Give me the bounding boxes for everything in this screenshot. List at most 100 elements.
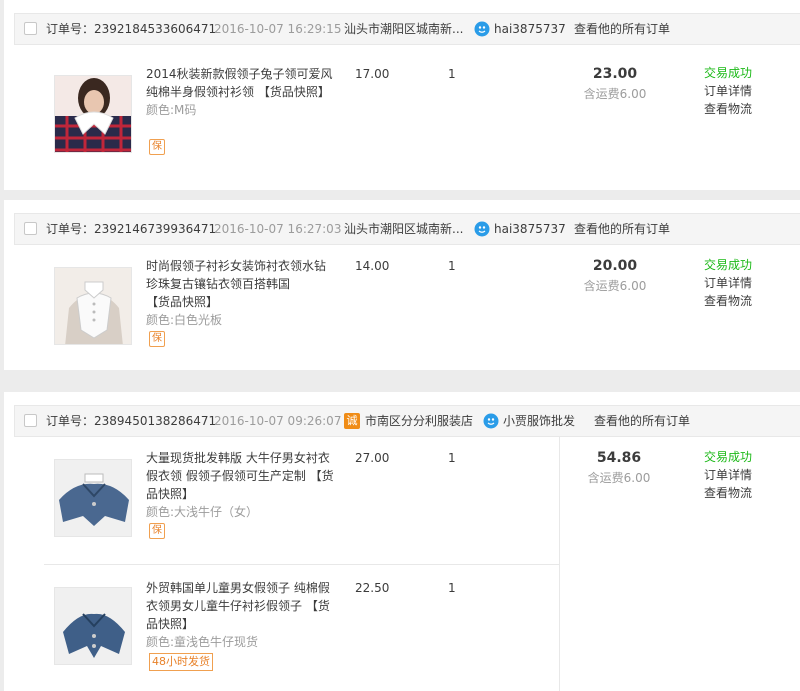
order-number-value: 2389450138286471	[94, 414, 217, 428]
order-number-label: 订单号：	[46, 22, 95, 36]
product-title-link[interactable]: 外贸韩国单儿童男女假领子 纯棉假衣领男女儿童牛仔衬衫假领子	[146, 581, 330, 613]
shop-credit-icon: 诚	[344, 413, 360, 429]
order-date: 2016-10-07 09:26:07	[214, 414, 342, 428]
quantity: 1	[448, 259, 456, 273]
quantity: 1	[448, 581, 456, 595]
order-date: 2016-10-07 16:29:15	[214, 22, 342, 36]
snapshot-link[interactable]: 【货品快照】	[258, 85, 330, 99]
order-total: 20.00 含运费6.00	[565, 258, 665, 294]
color-value: 白色光板	[174, 313, 223, 327]
order-detail-link[interactable]: 订单详情	[704, 82, 752, 100]
unit-price: 22.50	[355, 581, 390, 595]
shop-name-link[interactable]: 汕头市潮阳区城南新...	[344, 214, 463, 244]
order-header: 订单号：2389450138286471 2016-10-07 09:26:07…	[14, 405, 800, 437]
product-title-link[interactable]: 大量现货批发韩版 大牛仔男女衬衣假衣领 假领子假领可生产定制	[146, 451, 330, 483]
order-date: 2016-10-07 16:27:03	[214, 222, 342, 236]
view-logistics-link[interactable]: 查看物流	[704, 292, 752, 310]
shipping-value: 6.00	[619, 87, 647, 101]
order-total: 54.86 含运费6.00	[569, 450, 669, 486]
order-actions: 交易成功 订单详情 查看物流	[704, 448, 752, 502]
order-actions: 交易成功 订单详情 查看物流	[704, 256, 752, 310]
wangwang-chat-icon[interactable]	[483, 413, 499, 429]
order-card: 订单号：2389450138286471 2016-10-07 09:26:07…	[4, 392, 800, 691]
column-divider	[559, 436, 560, 691]
order-checkbox[interactable]	[24, 222, 37, 235]
product-title-block: 大量现货批发韩版 大牛仔男女衬衣假衣领 假领子假领可生产定制 【货品快照】 颜色…	[146, 449, 334, 521]
product-thumbnail[interactable]	[54, 587, 132, 665]
view-all-orders-link[interactable]: 查看他的所有订单	[594, 406, 690, 436]
order-detail-link[interactable]: 订单详情	[704, 466, 752, 484]
status-success: 交易成功	[704, 258, 753, 272]
status-success: 交易成功	[704, 450, 753, 464]
order-detail-link[interactable]: 订单详情	[704, 274, 752, 292]
view-all-orders-link[interactable]: 查看他的所有订单	[574, 214, 670, 244]
shipping-label: 含运费	[583, 279, 620, 293]
order-number: 订单号：2392146739936471	[46, 214, 216, 244]
color-label: 颜色:	[146, 635, 175, 649]
order-actions: 交易成功 订单详情 查看物流	[704, 64, 752, 118]
wangwang-chat-icon[interactable]	[474, 21, 490, 37]
ship-48h-badge: 48小时发货	[149, 653, 213, 671]
view-all-orders-link[interactable]: 查看他的所有订单	[574, 14, 670, 44]
snapshot-link[interactable]: 【货品快照】	[146, 295, 218, 309]
shipping-value: 6.00	[623, 471, 651, 485]
order-checkbox[interactable]	[24, 414, 37, 427]
shipping-value: 6.00	[619, 279, 647, 293]
guarantee-badge-icon: 保	[149, 331, 165, 347]
color-value: 童浅色牛仔现货	[174, 635, 259, 649]
order-number-label: 订单号：	[46, 222, 95, 236]
total-amount: 23.00	[592, 66, 638, 82]
unit-price: 27.00	[355, 451, 390, 465]
product-thumbnail[interactable]	[54, 267, 132, 345]
product-image	[55, 588, 131, 664]
order-number: 订单号：2392184533606471	[46, 14, 216, 44]
color-value: 大浅牛仔（女）	[174, 505, 259, 519]
seller-name-link[interactable]: hai3875737	[494, 14, 566, 44]
product-color: 颜色:大浅牛仔（女）	[146, 505, 258, 519]
order-card: 订单号：2392184533606471 2016-10-07 16:29:15…	[4, 0, 800, 190]
product-title-block: 2014秋装新款假领子兔子领可爱风纯棉半身假领衬衫领 【货品快照】 颜色:M码	[146, 65, 334, 119]
product-title-block: 时尚假领子衬衫女装饰衬衣领水钻珍珠复古镶钻衣领百搭韩国 【货品快照】 颜色:白色…	[146, 257, 334, 329]
unit-price: 14.00	[355, 259, 390, 273]
order-number-label: 订单号：	[46, 414, 95, 428]
product-title-link[interactable]: 时尚假领子衬衫女装饰衬衣领水钻珍珠复古镶钻衣领百搭韩国	[146, 259, 326, 291]
shipping-label: 含运费	[583, 87, 620, 101]
shop-name-link[interactable]: 市南区分分利服装店	[365, 406, 473, 436]
product-image	[55, 76, 131, 152]
shipping-fee: 含运费6.00	[569, 469, 669, 486]
order-number: 订单号：2389450138286471	[46, 406, 216, 436]
product-color: 颜色:M码	[146, 103, 196, 117]
wangwang-chat-icon[interactable]	[474, 221, 490, 237]
product-thumbnail[interactable]	[54, 459, 132, 537]
guarantee-badge-icon: 保	[149, 523, 165, 539]
product-color: 颜色:童浅色牛仔现货	[146, 635, 258, 649]
order-header: 订单号：2392184533606471 2016-10-07 16:29:15…	[14, 13, 800, 45]
shipping-fee: 含运费6.00	[565, 277, 665, 294]
product-image	[55, 460, 131, 536]
product-color: 颜色:白色光板	[146, 313, 222, 327]
unit-price: 17.00	[355, 67, 390, 81]
color-label: 颜色:	[146, 103, 175, 117]
shipping-label: 含运费	[587, 471, 624, 485]
color-label: 颜色:	[146, 505, 175, 519]
view-logistics-link[interactable]: 查看物流	[704, 484, 752, 502]
product-title-block: 外贸韩国单儿童男女假领子 纯棉假衣领男女儿童牛仔衬衫假领子 【货品快照】 颜色:…	[146, 579, 334, 651]
total-amount: 20.00	[592, 258, 638, 274]
shipping-fee: 含运费6.00	[565, 85, 665, 102]
view-logistics-link[interactable]: 查看物流	[704, 100, 752, 118]
status-success: 交易成功	[704, 66, 753, 80]
order-checkbox[interactable]	[24, 22, 37, 35]
order-total: 23.00 含运费6.00	[565, 66, 665, 102]
product-image	[55, 268, 131, 344]
seller-name-link[interactable]: hai3875737	[494, 214, 566, 244]
color-value: M码	[174, 103, 197, 117]
item-divider	[44, 564, 559, 565]
order-number-value: 2392184533606471	[94, 22, 217, 36]
seller-name-link[interactable]: 小贾服饰批发	[503, 406, 575, 436]
quantity: 1	[448, 451, 456, 465]
guarantee-badge-icon: 保	[149, 139, 165, 155]
shop-name-link[interactable]: 汕头市潮阳区城南新...	[344, 14, 463, 44]
total-amount: 54.86	[596, 450, 642, 466]
product-thumbnail[interactable]	[54, 75, 132, 153]
color-label: 颜色:	[146, 313, 175, 327]
